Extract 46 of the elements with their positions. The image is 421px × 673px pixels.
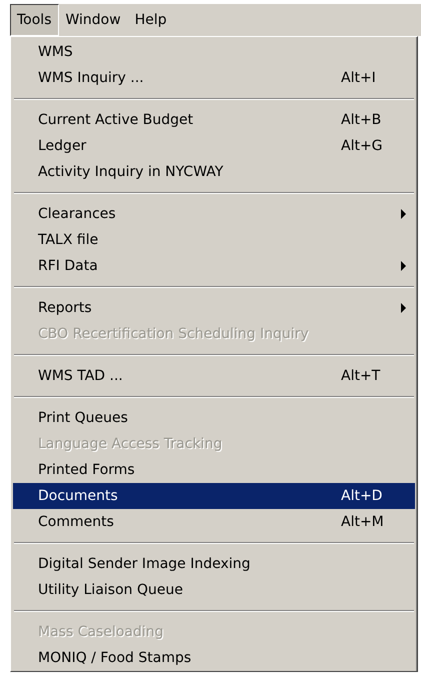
menu-item[interactable]: Clearances (13, 201, 415, 227)
menu-item-label: CBO Recertification Scheduling Inquiry (38, 326, 310, 342)
menu-item-label: Reports (38, 300, 93, 316)
menu-item-label: WMS (38, 44, 74, 60)
menu-item[interactable]: Ledger Alt+G (13, 133, 415, 159)
menu-item-label: Language Access Tracking (38, 436, 224, 452)
menu-item[interactable]: Digital Sender Image Indexing (13, 551, 415, 577)
shortcut-label: Alt+M (341, 514, 385, 530)
menu-item-label: Documents (38, 488, 119, 504)
menu-item-label: WMS Inquiry ... (38, 70, 145, 86)
menu-item[interactable]: Activity Inquiry in NYCWAY (13, 159, 415, 185)
menu-item[interactable]: RFI Data (13, 253, 415, 279)
menu-item-label: Comments (38, 514, 115, 530)
menu-item-label: Clearances (38, 206, 117, 222)
menu-item[interactable]: TALX file (13, 227, 415, 253)
menu-item[interactable]: Current Active Budget Alt+B (13, 107, 415, 133)
menu-item[interactable]: Utility Liaison Queue (13, 577, 415, 603)
menu-item-label: Mass Caseloading (38, 624, 165, 640)
menu-item[interactable]: Documents Alt+D (13, 483, 415, 509)
menu-item-label: WMS TAD ... (38, 368, 124, 384)
menu-item-label: TALX file (38, 232, 100, 248)
menu-item-label: Ledger (38, 138, 88, 154)
shortcut-label: Alt+D (341, 488, 384, 504)
menu-item-label: RFI Data (38, 258, 99, 274)
menu-bar-item[interactable]: Tools (10, 4, 58, 36)
menu-item[interactable]: MONIQ / Food Stamps (13, 645, 415, 671)
menu-item[interactable]: Reports (13, 295, 415, 321)
menu-item[interactable]: WMS TAD ... Alt+T (13, 363, 415, 389)
menu-item-label: Activity Inquiry in NYCWAY (38, 164, 224, 180)
menu-bar-item[interactable]: Help (128, 4, 174, 36)
menu-item-label: Print Queues (38, 410, 129, 426)
menu-item[interactable]: WMS Inquiry ... Alt+I (13, 65, 415, 91)
menu-item[interactable]: WMS (13, 39, 415, 65)
menu-item-label: Current Active Budget (38, 112, 194, 128)
shortcut-label: Alt+I (341, 70, 377, 86)
menu-item-label: Printed Forms (38, 462, 136, 478)
shortcut-label: Alt+G (341, 138, 384, 154)
menu-item[interactable]: Print Queues (13, 405, 415, 431)
shortcut-label: Alt+T (341, 368, 382, 384)
menu-bar-item[interactable]: Window (58, 4, 128, 36)
menu-item-label: Digital Sender Image Indexing (38, 556, 252, 572)
menu-item-label: Utility Liaison Queue (38, 582, 184, 598)
menu-item[interactable]: Printed Forms (13, 457, 415, 483)
menu-item[interactable]: Comments Alt+M (13, 509, 415, 535)
shortcut-label: Alt+B (341, 112, 382, 128)
menu-item-label: MONIQ / Food Stamps (38, 650, 192, 666)
